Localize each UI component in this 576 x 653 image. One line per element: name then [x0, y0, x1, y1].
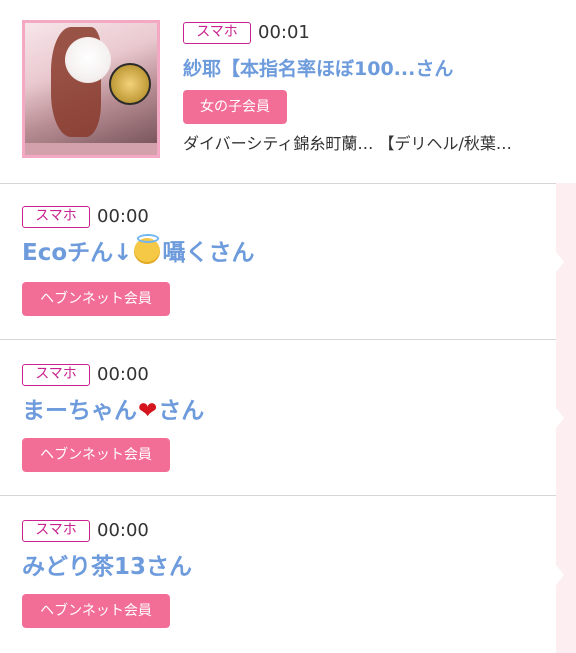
user-name[interactable]: まーちゃん❤さん — [22, 396, 204, 426]
list-item[interactable]: スマホ 00:00 まーちゃん❤さん ヘブンネット会員 — [0, 340, 576, 495]
user-name-part: さん — [158, 398, 205, 424]
member-badge: ヘブンネット会員 — [22, 282, 170, 316]
profile-thumbnail[interactable] — [22, 20, 160, 158]
ranking-badge-icon — [109, 63, 151, 105]
timestamp: 00:01 — [258, 22, 310, 43]
red-heart-icon: ❤ — [138, 398, 158, 424]
list-item[interactable]: スマホ 00:01 紗耶【本指名率ほぼ100...さん 女の子会員 ダイバーシテ… — [0, 0, 576, 183]
device-tag: スマホ — [22, 206, 90, 228]
thumbnail-face-shape — [65, 37, 111, 83]
device-tag: スマホ — [22, 364, 90, 386]
member-badge: ヘブンネット会員 — [22, 438, 170, 472]
timestamp: 00:00 — [97, 364, 149, 385]
user-name[interactable]: 紗耶【本指名率ほぼ100...さん — [183, 54, 453, 84]
user-name-part: 囁くさん — [162, 240, 255, 266]
down-arrow-glyph: ↓ — [113, 240, 133, 266]
timestamp: 00:00 — [97, 206, 149, 227]
thumbnail-schedule-bar — [25, 143, 157, 155]
device-tag: スマホ — [183, 22, 251, 44]
member-badge: ヘブンネット会員 — [22, 594, 170, 628]
user-name-part: まーちゃん — [22, 398, 137, 424]
timestamp: 00:00 — [97, 520, 149, 541]
user-name[interactable]: Ecoチん↓ 囁くさん — [22, 234, 255, 268]
device-tag: スマホ — [22, 520, 90, 542]
shop-text[interactable]: ダイバーシティ錦糸町蘭… 【デリヘル/秋葉… — [183, 133, 512, 155]
list-item[interactable]: スマホ 00:00 Ecoチん↓ 囁くさん ヘブンネット会員 — [0, 184, 576, 339]
user-name[interactable]: みどり茶13さん — [22, 552, 192, 582]
list-item[interactable]: スマホ 00:00 みどり茶13さん ヘブンネット会員 — [0, 496, 576, 653]
smiling-face-with-halo-icon — [134, 234, 161, 264]
member-badge: 女の子会員 — [183, 90, 287, 124]
user-name-part: Ecoチん — [22, 240, 114, 266]
